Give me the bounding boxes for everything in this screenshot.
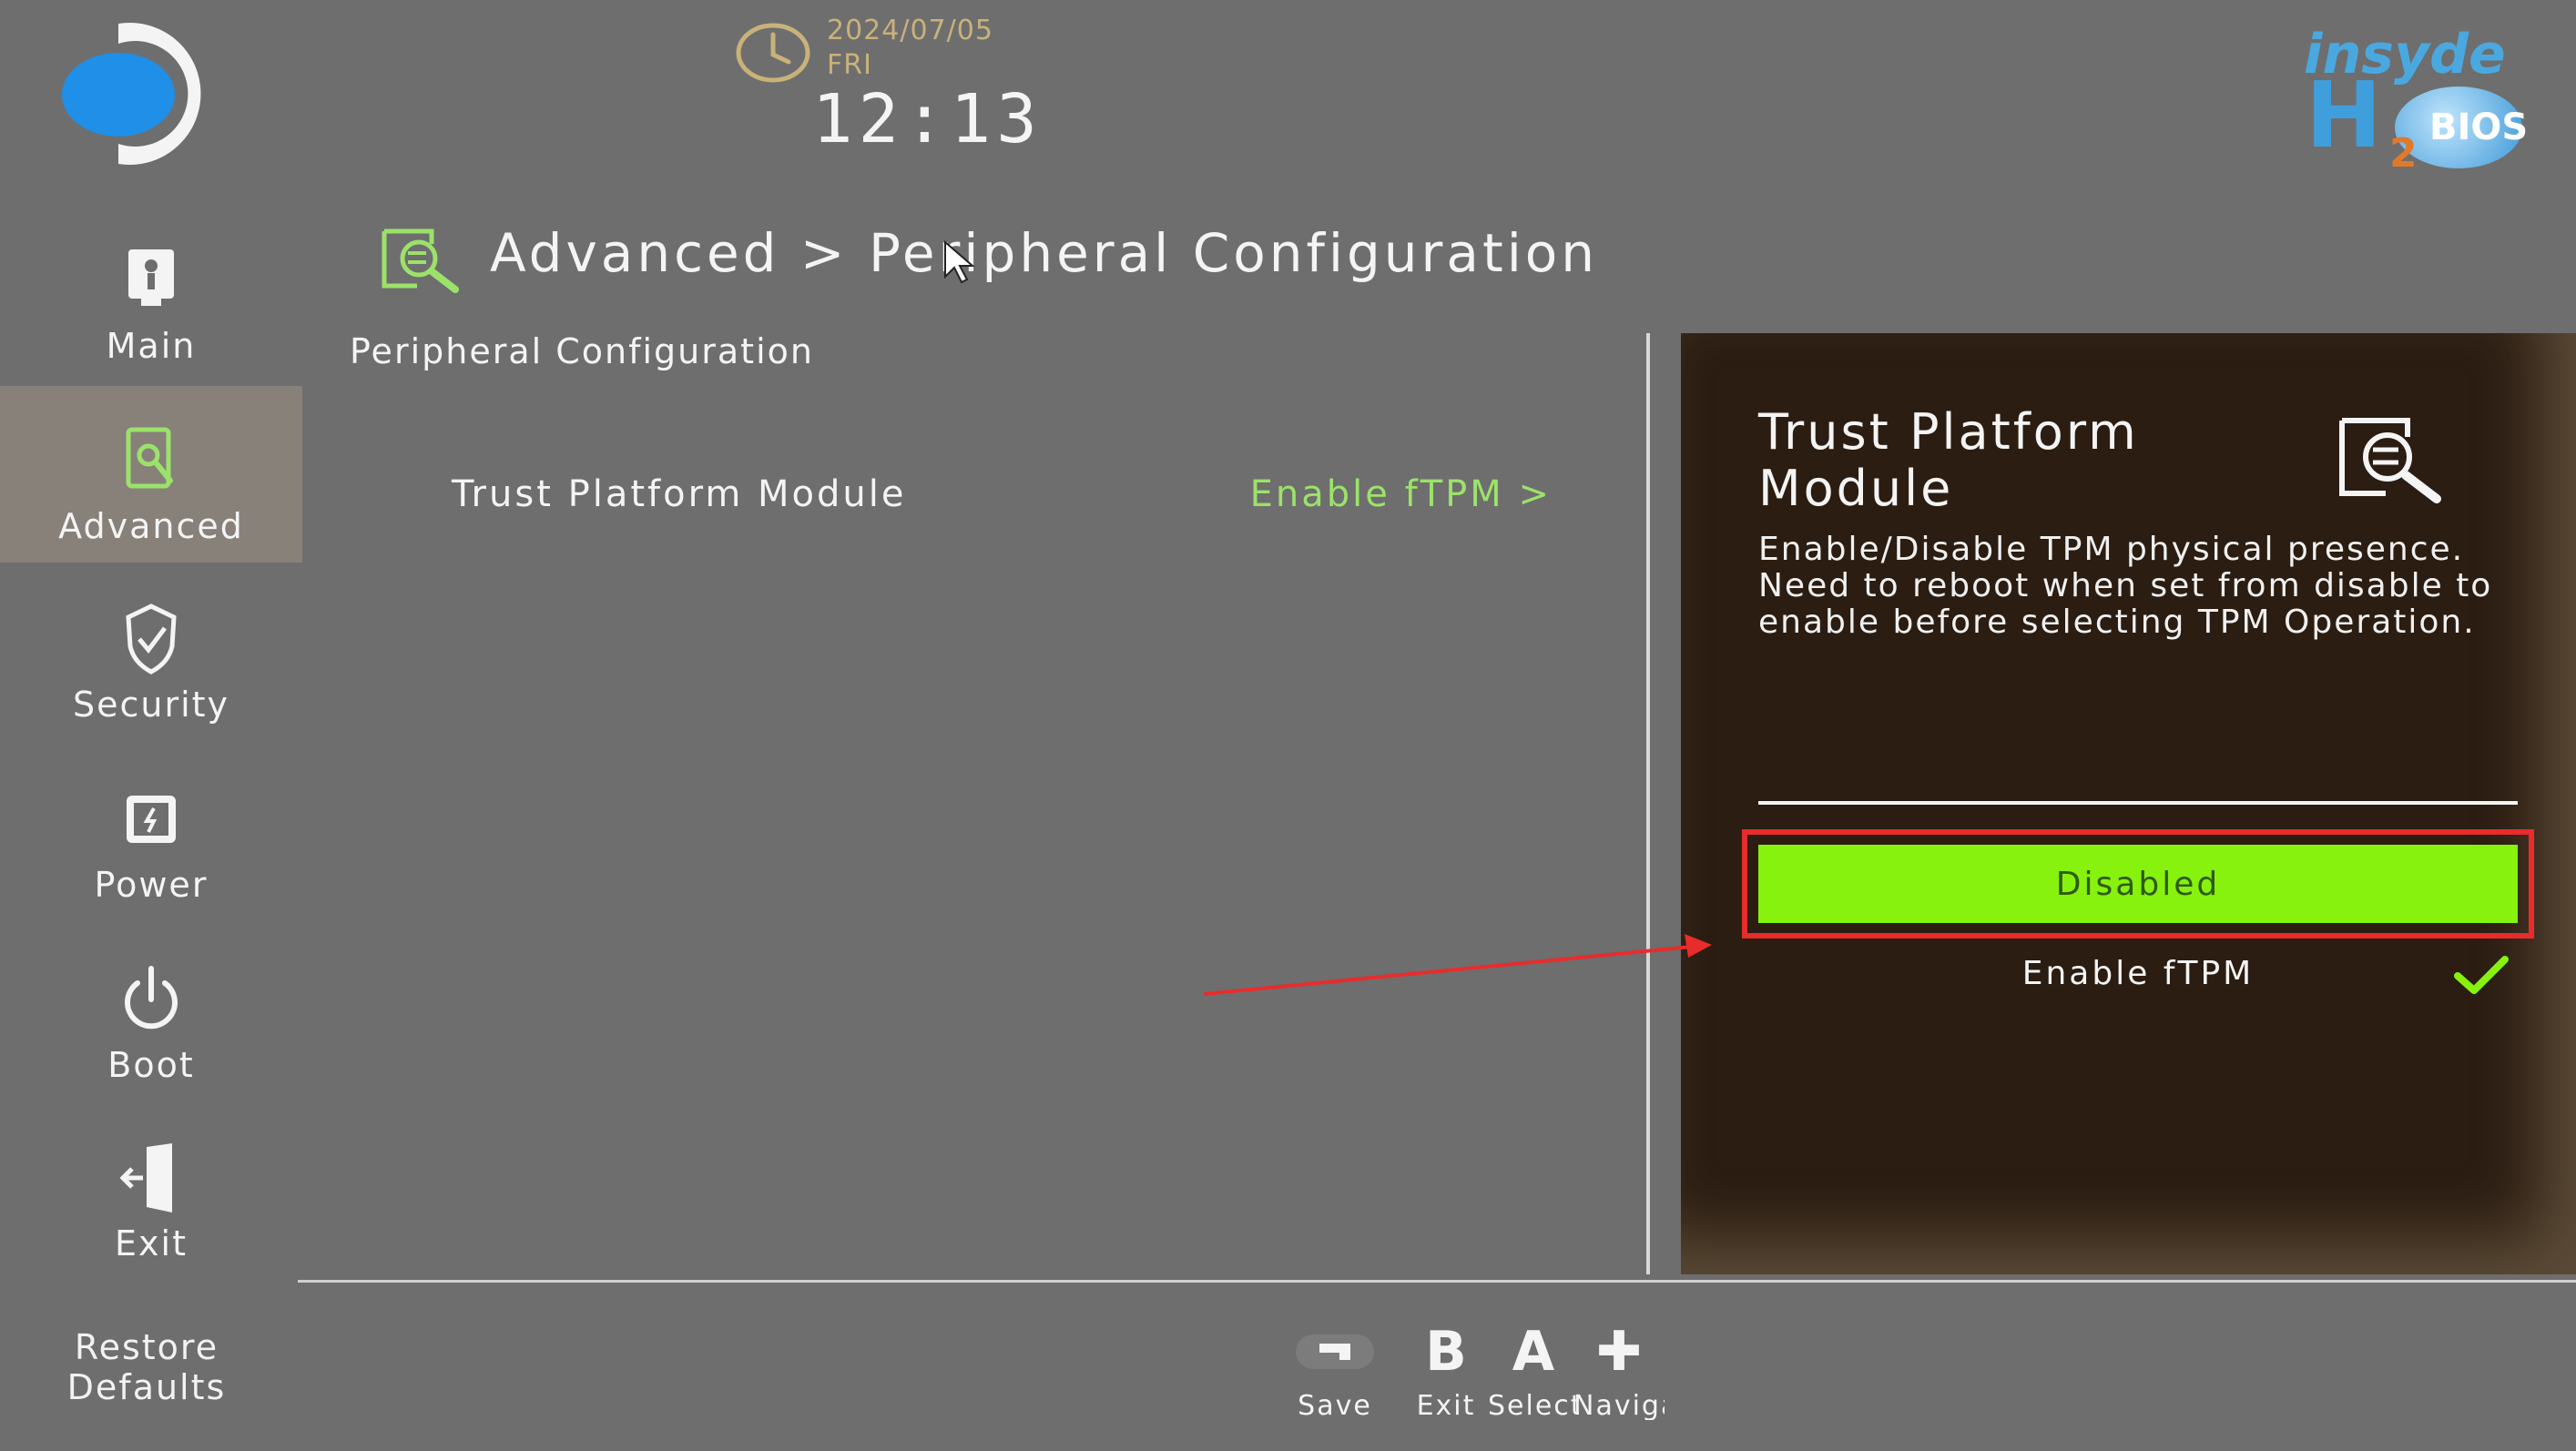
footer-key-navigation[interactable]: ✚ Navigation <box>1573 1320 1665 1420</box>
advanced-icon <box>382 228 459 293</box>
sidebar-item-label: Security <box>72 685 230 725</box>
footer-key-select[interactable]: A Select <box>1488 1320 1579 1420</box>
sidebar-item-boot[interactable]: Boot <box>0 925 302 1101</box>
brand-h: H <box>2306 62 2382 168</box>
sidebar-item-label: Boot <box>107 1045 195 1085</box>
sidebar-item-exit[interactable]: Exit <box>0 1103 302 1280</box>
insyde-brand-logo: insyde H BIOS 2 <box>2304 23 2531 177</box>
choice-label: Enable fTPM <box>2021 954 2255 992</box>
a-key-glyph: A <box>1512 1320 1555 1384</box>
clock-icon <box>736 23 810 83</box>
boot-icon <box>125 966 178 1030</box>
clock-day: FRI <box>827 49 872 81</box>
brand-bios-label: BIOS <box>2429 107 2529 148</box>
mouse-cursor-icon <box>944 240 975 284</box>
footer-key-save[interactable]: Save and <box>1289 1320 1380 1420</box>
sidebar-item-label: Power <box>94 865 209 905</box>
panel-separator <box>1758 801 2518 805</box>
option-value[interactable]: Enable fTPM > <box>1250 473 1552 515</box>
horizontal-divider <box>298 1280 2576 1283</box>
brand-two: 2 <box>2389 130 2418 177</box>
sidebar-item-label: Main <box>106 326 197 366</box>
b-key-glyph: B <box>1425 1320 1467 1384</box>
panel-description: Enable/Disable TPM physical presence. Ne… <box>1758 531 2493 641</box>
section-title: Peripheral Configuration <box>350 331 814 371</box>
advanced-icon <box>126 427 173 489</box>
sidebar-item-label: Exit <box>115 1223 188 1263</box>
restore-label-line1: Restore <box>74 1327 219 1367</box>
save-key-icon <box>1296 1334 1374 1369</box>
sidebar-item-security[interactable]: Security <box>0 564 302 741</box>
shield-icon <box>126 604 177 675</box>
advanced-icon <box>2339 418 2441 503</box>
check-icon <box>2454 956 2509 994</box>
option-label: Trust Platform Module <box>452 473 907 515</box>
footer-key-label: Exit <box>1416 1390 1476 1420</box>
clock-date: 2024/07/05 <box>827 15 993 46</box>
main-icon <box>128 249 174 306</box>
restore-label-line2: Defaults <box>66 1367 227 1407</box>
vertical-divider <box>1646 333 1650 1274</box>
sidebar-item-power[interactable]: Power <box>0 745 302 921</box>
sidebar-item-label: Advanced <box>58 506 244 546</box>
panel-title: Trust Platform Module <box>1758 403 2139 517</box>
annotation-highlight-box <box>1742 829 2534 939</box>
restore-defaults-button[interactable]: Restore Defaults <box>0 1327 293 1407</box>
sidebar-item-main[interactable]: Main <box>0 206 302 382</box>
option-selection-panel: Trust Platform Module Enable/Disable TPM… <box>1681 333 2576 1274</box>
power-icon <box>127 796 176 843</box>
footer-key-label: Save and <box>1298 1390 1372 1420</box>
option-row-trust-platform-module[interactable]: Trust Platform Module Enable fTPM > <box>428 466 1575 530</box>
exit-icon <box>119 1143 172 1213</box>
footer-key-label: Select <box>1488 1390 1579 1420</box>
clock-time: 12:13 <box>812 80 1043 158</box>
footer-key-label: Navigation <box>1573 1390 1665 1420</box>
footer-key-exit[interactable]: B Exit <box>1400 1320 1492 1420</box>
sidebar-item-advanced[interactable]: Advanced <box>0 386 302 563</box>
logo-icon <box>62 23 201 166</box>
dpad-icon: ✚ <box>1595 1320 1643 1384</box>
breadcrumb: Advanced > Peripheral Configuration <box>490 222 1599 284</box>
choice-enable-ftpm[interactable]: Enable fTPM <box>1758 939 2518 1007</box>
